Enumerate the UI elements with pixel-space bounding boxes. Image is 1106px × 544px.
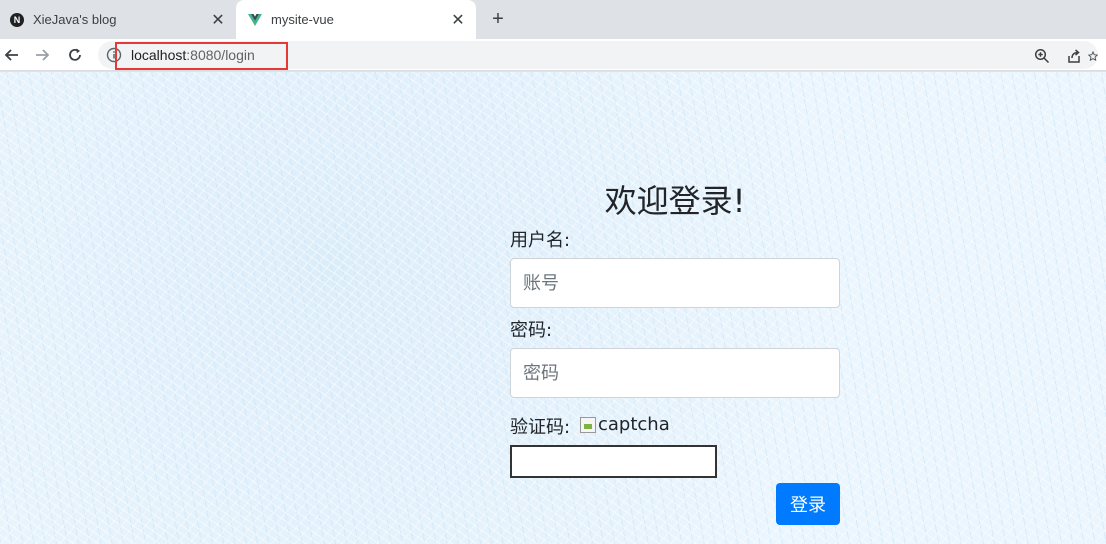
- close-icon[interactable]: ✕: [208, 10, 228, 30]
- vue-logo-icon: [248, 13, 262, 27]
- captcha-alt-text: captcha: [598, 414, 670, 435]
- new-tab-plus-icon[interactable]: +: [486, 7, 510, 31]
- page-background: 欢迎登录! 用户名: 密码: 验证码: captcha 登录: [0, 72, 1106, 544]
- login-title: 欢迎登录!: [604, 182, 746, 220]
- address-bar[interactable]: localhost:8080/login: [98, 41, 1098, 69]
- tab-strip: N XieJava's blog ✕ mysite-vue ✕ +: [0, 0, 1106, 39]
- login-button[interactable]: 登录: [776, 483, 840, 525]
- captcha-input[interactable]: [510, 445, 717, 478]
- close-icon[interactable]: ✕: [448, 10, 468, 30]
- captcha-label: 验证码:: [510, 417, 571, 438]
- bookmark-star-icon[interactable]: [1088, 45, 1098, 67]
- username-input[interactable]: [510, 258, 840, 308]
- broken-image-icon: [580, 416, 596, 433]
- forward-arrow-icon[interactable]: [30, 43, 54, 67]
- tab-xiejava-blog[interactable]: N XieJava's blog ✕: [0, 0, 236, 39]
- tab-title: mysite-vue: [271, 12, 334, 27]
- zoom-magnifier-icon[interactable]: [1031, 45, 1053, 67]
- info-icon[interactable]: [106, 47, 122, 63]
- url-text[interactable]: localhost:8080/login: [131, 47, 255, 63]
- notion-n-icon: N: [10, 12, 24, 27]
- username-label: 用户名:: [510, 230, 571, 251]
- tab-title: XieJava's blog: [33, 12, 117, 27]
- captcha-image[interactable]: captcha: [580, 414, 670, 435]
- password-input[interactable]: [510, 348, 840, 398]
- reload-icon[interactable]: [63, 43, 87, 67]
- browser-toolbar: localhost:8080/login: [0, 39, 1106, 71]
- password-label: 密码:: [510, 320, 553, 341]
- url-path: :8080/login: [186, 47, 255, 63]
- tab-mysite-vue[interactable]: mysite-vue ✕: [236, 0, 476, 39]
- share-icon[interactable]: [1063, 45, 1085, 67]
- back-arrow-icon[interactable]: [0, 43, 24, 67]
- url-host: localhost: [131, 47, 187, 63]
